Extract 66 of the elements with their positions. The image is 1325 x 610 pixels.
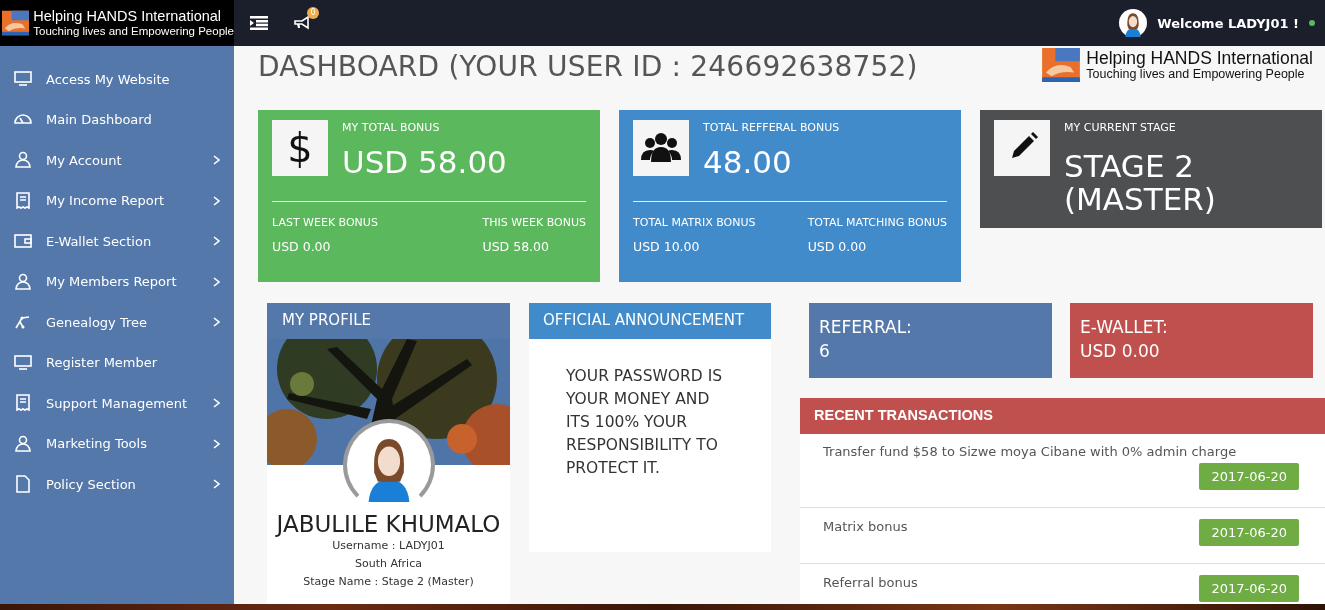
dollar-icon: $: [272, 120, 328, 176]
card-label: LAST WEEK BONUS: [272, 215, 378, 229]
sidebar-item[interactable]: Policy Section: [0, 464, 234, 505]
sidebar-item[interactable]: E-Wallet Section: [0, 221, 234, 262]
summary-value: 6: [819, 341, 830, 361]
card-label: THIS WEEK BONUS: [482, 215, 586, 229]
receipt-icon: [14, 191, 32, 210]
brand-title: Helping HANDS International: [1086, 49, 1313, 68]
menu-icon: [250, 16, 268, 30]
sidebar-item[interactable]: My Members Report: [0, 261, 234, 302]
notifications-button[interactable]: [294, 16, 310, 30]
panel-heading: RECENT TRANSACTIONS: [800, 398, 1325, 434]
announcement-text: YOUR PASSWORD IS YOUR MONEY AND ITS 100% YOUR RESPONSIBILITY TO PROTECT IT.: [565, 366, 724, 479]
profile-name: JABULILE KHUMALO: [274, 511, 502, 537]
logo-icon: [1040, 48, 1083, 82]
sidebar-item[interactable]: Support Management: [0, 383, 234, 424]
brand-tagline: Touching lives and Empowering People: [1086, 67, 1306, 81]
card-value: 48.00: [703, 146, 793, 179]
notification-badge: 0: [307, 7, 319, 19]
transaction-text: Matrix bonus: [823, 519, 908, 534]
brand-title: Helping HANDS International: [33, 9, 223, 25]
card-title: TOTAL REFFERAL BONUS: [703, 121, 840, 134]
summary-value: USD 0.00: [1080, 341, 1160, 361]
card-value: USD 58.00: [342, 146, 507, 179]
user-icon: [14, 272, 32, 291]
user-avatar-icon: [1119, 9, 1148, 37]
profile-username: Username : LADYJ01: [331, 538, 446, 554]
profile-country: South Africa: [354, 556, 423, 572]
sidebar-item[interactable]: Genealogy Tree: [0, 302, 234, 343]
monitor-icon: [14, 70, 32, 89]
user-icon: [14, 151, 32, 170]
panel-heading: OFFICIAL ANNOUNCEMENT: [529, 303, 771, 339]
transaction-text: Transfer fund $58 to Sizwe moya Cibane with 0% admin charge: [823, 444, 1237, 459]
profile-stage: Stage Name : Stage 2 (Master): [302, 574, 475, 590]
card-value: USD 10.00: [633, 238, 701, 254]
card-value: USD 0.00: [807, 238, 868, 254]
sidebar-item[interactable]: Register Member: [0, 342, 234, 383]
sidebar-item[interactable]: Main Dashboard: [0, 99, 234, 140]
card-label: TOTAL MATRIX BONUS: [633, 215, 756, 229]
card-value: USD 58.00: [482, 238, 550, 254]
wallet-icon: [14, 232, 32, 251]
sidebar-item[interactable]: My Account: [0, 140, 234, 181]
brand-tagline: Touching lives and Empowering People: [33, 24, 234, 37]
welcome-text: Welcome LADYJ01 !: [1157, 15, 1299, 31]
panel-heading: MY PROFILE: [267, 303, 510, 339]
receipt-icon: [14, 394, 32, 413]
date-badge: 2017-06-20: [1199, 575, 1299, 602]
document-icon: [14, 475, 32, 494]
sidebar-item[interactable]: Access My Website: [0, 59, 234, 100]
card-title: MY TOTAL BONUS: [342, 121, 441, 134]
card-label: TOTAL MATCHING BONUS: [807, 215, 947, 229]
card-title: MY CURRENT STAGE: [1064, 121, 1177, 134]
sidebar-item[interactable]: Marketing Tools: [0, 423, 234, 464]
menu-button[interactable]: [250, 16, 268, 30]
summary-label: REFERRAL:: [819, 317, 912, 337]
page-title: DASHBOARD (YOUR USER ID : 246692638752): [258, 50, 918, 83]
user-icon: [14, 434, 32, 453]
card-value: USD 0.00: [272, 238, 332, 254]
date-badge: 2017-06-20: [1199, 463, 1299, 490]
monitor-icon: [14, 353, 32, 372]
date-badge: 2017-06-20: [1199, 519, 1299, 546]
megaphone-icon: [294, 16, 310, 30]
sidebar-item[interactable]: My Income Report: [0, 180, 234, 221]
card-value: STAGE 2 (MASTER): [1064, 150, 1217, 216]
summary-label: E-WALLET:: [1080, 317, 1168, 337]
transaction-text: Referral bonus: [823, 575, 918, 590]
